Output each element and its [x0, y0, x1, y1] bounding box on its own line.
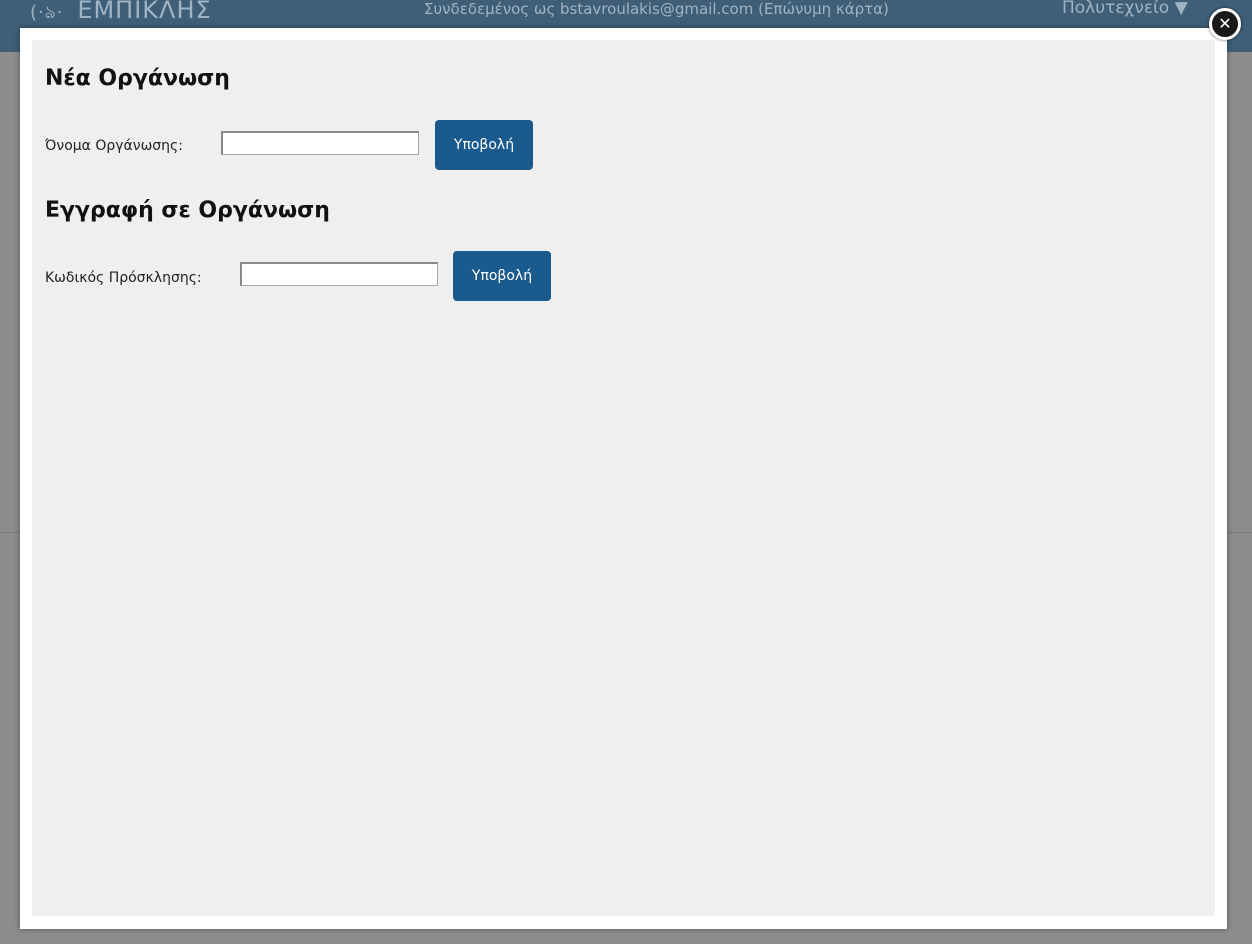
join-organization-submit-button[interactable]: Υποβολή — [453, 251, 551, 301]
organization-name-label: Όνομα Οργάνωσης: — [45, 138, 183, 154]
invitation-code-input[interactable] — [240, 262, 438, 286]
modal-content: Νέα Οργάνωση Όνομα Οργάνωσης: Υποβολή Εγ… — [32, 40, 1215, 916]
new-organization-submit-button[interactable]: Υποβολή — [435, 120, 533, 170]
invitation-code-label: Κωδικός Πρόσκλησης: — [45, 270, 202, 286]
modal-dialog: Νέα Οργάνωση Όνομα Οργάνωσης: Υποβολή Εγ… — [20, 28, 1227, 929]
user-status: Συνδεδεμένος ως bstavroulakis@gmail.com … — [424, 0, 889, 18]
background-logo: (·ঌ· ΕΜΠΙΚΛΗΣ — [30, 0, 212, 29]
organization-menu: Πολυτεχνείο ▼ — [1062, 0, 1188, 18]
logo-mark-icon: (·ঌ· — [30, 2, 64, 23]
logo-text: ΕΜΠΙΚΛΗΣ — [77, 0, 212, 24]
close-icon[interactable]: ✕ — [1209, 8, 1241, 40]
organization-name-input[interactable] — [221, 131, 419, 155]
new-organization-heading: Νέα Οργάνωση — [45, 66, 230, 91]
join-organization-heading: Εγγραφή σε Οργάνωση — [45, 198, 330, 223]
